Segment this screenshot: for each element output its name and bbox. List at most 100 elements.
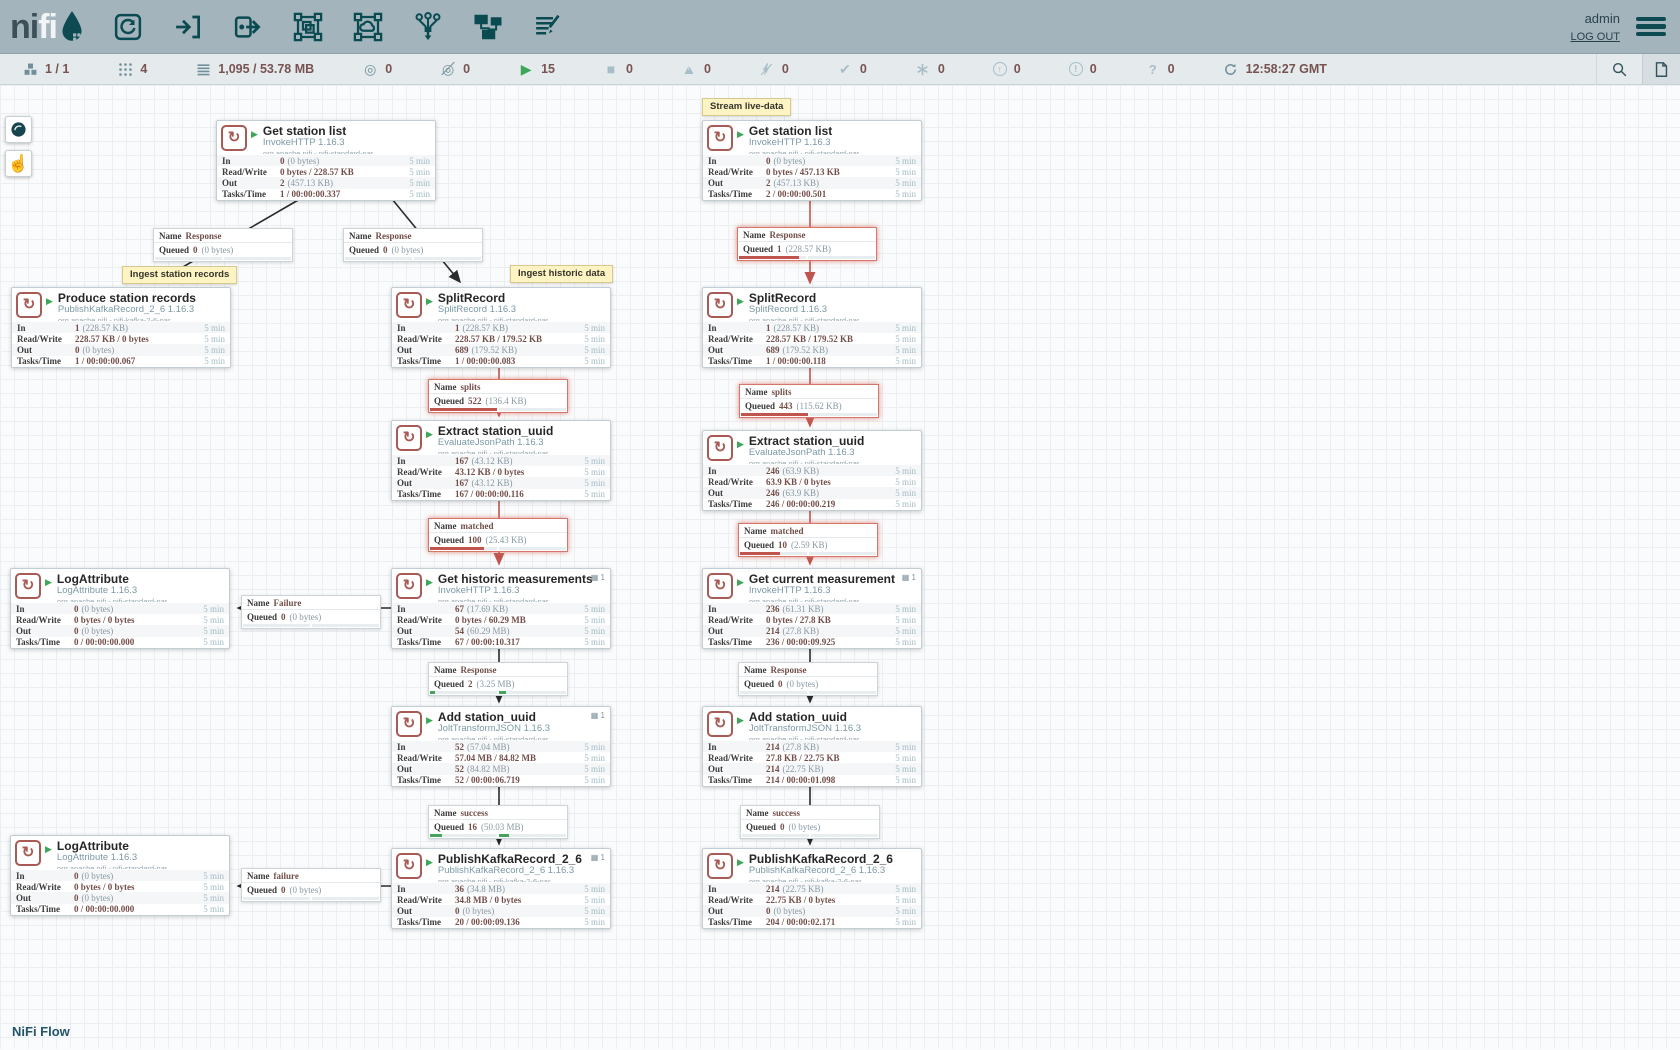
processor-header: ↻ ▶ LogAttribute LogAttribute 1.16.3 org… [11, 569, 229, 603]
processor-stats: In1(228.57 KB)5 minRead/Write228.57 KB /… [703, 322, 921, 367]
stat-label: Tasks/Time [17, 356, 75, 366]
connection-queued-count: 10 [778, 540, 787, 550]
processor-node[interactable]: ↻ ▶ Get current measurement InvokeHTTP 1… [702, 568, 922, 649]
connection-label[interactable]: Name Response Queued 0 (0 bytes) [343, 228, 483, 262]
processor-node[interactable]: ↻ ▶ PublishKafkaRecord_2_6 PublishKafkaR… [391, 848, 611, 929]
processor-node[interactable]: ↻ ▶ Extract station_uuid EvaluateJsonPat… [702, 430, 922, 511]
stat-row: Tasks/Time67 / 00:00:10.3175 min [392, 637, 610, 648]
processor-icon[interactable] [111, 10, 145, 44]
stat-label: In [708, 604, 766, 614]
stat-label: Out [708, 345, 766, 355]
stat-value: 52 / 00:00:06.719 [455, 775, 520, 785]
connection-label[interactable]: Name Failure Queued 0 (0 bytes) [241, 595, 381, 629]
input-port-icon[interactable] [171, 10, 205, 44]
flow-canvas[interactable]: ☝ Stream live-data Ingest station records… [0, 85, 1680, 1049]
flow-label[interactable]: Ingest station records [122, 266, 237, 284]
connection-label[interactable]: Name Response Queued 0 (0 bytes) [153, 228, 293, 262]
stat-detail: (0 bytes) [82, 604, 114, 614]
processor-node[interactable]: ↻ ▶ Get station list InvokeHTTP 1.16.3 o… [702, 120, 922, 201]
pull-out-panel-button[interactable] [1642, 54, 1680, 84]
backpressure-bars [243, 897, 379, 900]
operate-palette-button[interactable]: ☝ [5, 150, 32, 177]
connection-label[interactable]: Name splits Queued 443 (115.62 KB) [739, 384, 879, 418]
processor-type-icon: ↻ [396, 853, 422, 879]
stat-label: Read/Write [397, 895, 455, 905]
processor-node[interactable]: ↻ ▶ SplitRecord SplitRecord 1.16.3 org.a… [702, 287, 922, 368]
connection-label[interactable]: Name Response Queued 2 (3.25 MB) [428, 662, 568, 696]
global-menu-icon[interactable] [1636, 14, 1666, 40]
stat-window: 5 min [203, 637, 224, 647]
size-backpressure-bar [499, 408, 566, 411]
connection-queued-count: 100 [468, 535, 482, 545]
search-button[interactable] [1596, 54, 1642, 84]
processor-node[interactable]: ↻ ▶ Get station list InvokeHTTP 1.16.3 o… [216, 120, 436, 201]
connection-queued-count: 443 [779, 401, 793, 411]
stat-window: 5 min [895, 615, 916, 625]
funnel-icon[interactable] [411, 10, 445, 44]
navigate-palette-button[interactable] [5, 116, 32, 143]
connection-label[interactable]: Name failure Queued 0 (0 bytes) [241, 868, 381, 902]
processor-stats: In246(63.9 KB)5 minRead/Write63.9 KB / 0… [703, 465, 921, 510]
connection-label[interactable]: Name success Queued 16 (50.03 MB) [428, 805, 568, 839]
object-backpressure-bar [430, 547, 497, 550]
refresh-icon[interactable] [1223, 61, 1239, 77]
label-icon[interactable] [531, 10, 565, 44]
flow-label[interactable]: Ingest historic data [510, 265, 613, 283]
stat-window: 5 min [895, 189, 916, 199]
connection-name-value: splits [461, 382, 481, 392]
processor-node[interactable]: ↻ ▶ Add station_uuid JoltTransformJSON 1… [702, 706, 922, 787]
output-port-icon[interactable] [231, 10, 265, 44]
stat-row: Out52(84.82 MB)5 min [392, 763, 610, 774]
processor-node[interactable]: ↻ ▶ LogAttribute LogAttribute 1.16.3 org… [10, 568, 230, 649]
logout-link[interactable]: LOG OUT [1570, 30, 1620, 45]
processor-header: ↻ ▶ Add station_uuid JoltTransformJSON 1… [392, 707, 610, 741]
stat-label: Tasks/Time [708, 189, 766, 199]
connection-label[interactable]: Name success Queued 0 (0 bytes) [740, 805, 880, 839]
processor-header: ↻ ▶ Get station list InvokeHTTP 1.16.3 o… [217, 121, 435, 155]
processor-node[interactable]: ↻ ▶ Produce station records PublishKafka… [11, 287, 231, 368]
processor-node[interactable]: ↻ ▶ Get historic measurements InvokeHTTP… [391, 568, 611, 649]
stat-row: Read/Write43.12 KB / 0 bytes5 min [392, 466, 610, 477]
backpressure-bars [741, 413, 877, 416]
connection-label[interactable]: Name splits Queued 522 (136.4 KB) [428, 379, 568, 413]
object-backpressure-bar [243, 624, 310, 627]
stat-value: 27.8 KB / 22.75 KB [766, 753, 840, 763]
running-icon: ▶ [737, 296, 744, 321]
stat-row: Tasks/Time1 / 00:00:00.3375 min [217, 189, 435, 200]
stat-row: In67(17.69 KB)5 min [392, 603, 610, 614]
processor-node[interactable]: ↻ ▶ Extract station_uuid EvaluateJsonPat… [391, 420, 611, 501]
connection-label[interactable]: Name Response Queued 1 (228.57 KB) [737, 227, 877, 261]
last-refreshed[interactable]: 12:58:27 GMT [1223, 61, 1327, 77]
flow-label[interactable]: Stream live-data [702, 98, 791, 116]
transmitting-status: ◎0 [362, 61, 392, 77]
processor-node[interactable]: ↻ ▶ SplitRecord SplitRecord 1.16.3 org.a… [391, 287, 611, 368]
stat-detail: (43.12 KB) [472, 478, 513, 488]
connection-label[interactable]: Name matched Queued 10 (2.59 KB) [738, 523, 878, 557]
stat-detail: (179.52 KB) [783, 345, 829, 355]
template-icon[interactable] [471, 10, 505, 44]
size-backpressure-bar [810, 413, 877, 416]
remote-process-group-icon[interactable] [351, 10, 385, 44]
connection-label[interactable]: Name Response Queued 0 (0 bytes) [738, 662, 878, 696]
backpressure-bars [243, 624, 379, 627]
connection-label[interactable]: Name matched Queued 100 (25.43 KB) [428, 518, 568, 552]
process-group-icon[interactable] [291, 10, 325, 44]
processor-node[interactable]: ↻ ▶ LogAttribute LogAttribute 1.16.3 org… [10, 835, 230, 916]
processor-bundle: org.apache.nifi - nifi-standard-nar [438, 735, 550, 740]
stat-label: Tasks/Time [397, 489, 455, 499]
processor-node[interactable]: ↻ ▶ PublishKafkaRecord_2_6 PublishKafkaR… [702, 848, 922, 929]
stat-value: 214 [766, 742, 780, 752]
stat-label: Tasks/Time [708, 499, 766, 509]
up-to-date-status: ✔0 [837, 61, 867, 77]
stat-value: 0 / 00:00:00.000 [74, 904, 134, 914]
connection-queued-key: Queued [743, 244, 773, 254]
object-backpressure-bar [742, 834, 809, 837]
stat-row: Read/Write27.8 KB / 22.75 KB5 min [703, 752, 921, 763]
processor-node[interactable]: ↻ ▶ Add station_uuid JoltTransformJSON 1… [391, 706, 611, 787]
processor-name: Extract station_uuid [438, 425, 553, 438]
stat-row: Read/Write0 bytes / 0 bytes5 min [11, 614, 229, 625]
stat-window: 5 min [584, 637, 605, 647]
breadcrumb[interactable]: NiFi Flow [12, 1024, 70, 1039]
stat-value: 0 [766, 156, 771, 166]
stat-label: Out [397, 906, 455, 916]
